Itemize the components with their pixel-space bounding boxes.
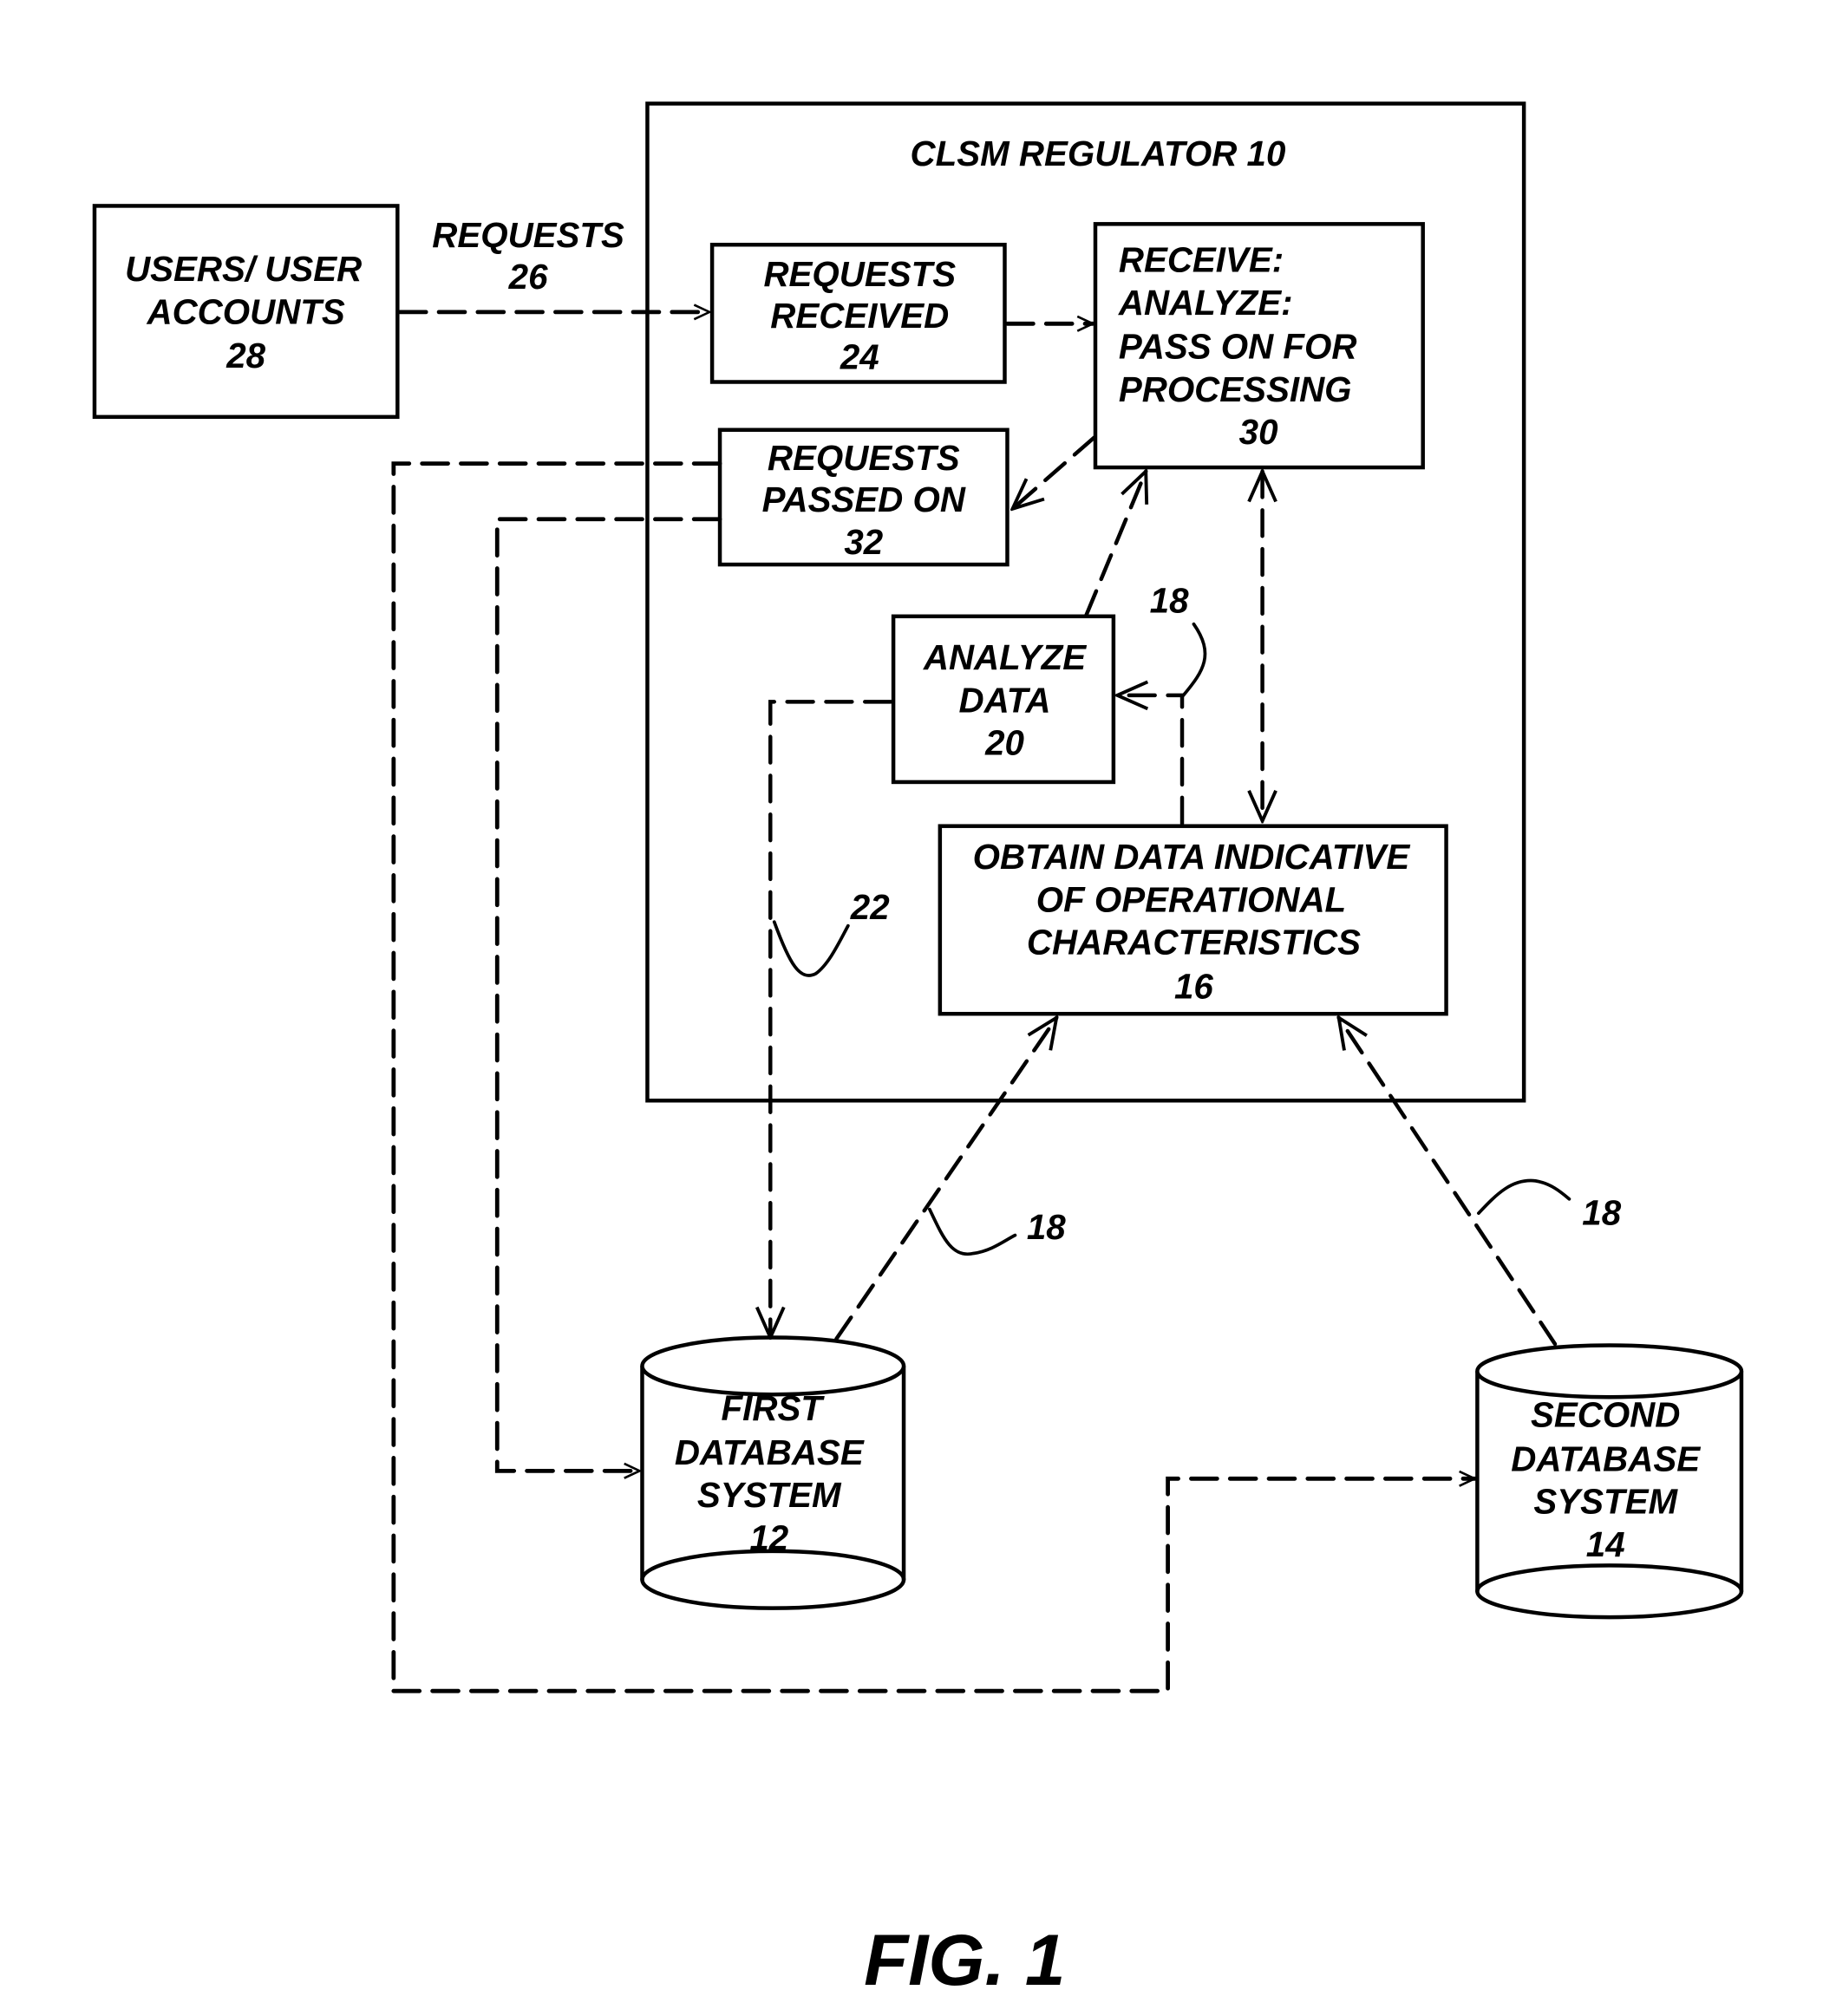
first-db-line-4: 12 — [749, 1518, 788, 1557]
requests-received-line-1: REQUESTS — [763, 255, 956, 294]
first-db-line-1: FIRST — [722, 1389, 826, 1428]
node-users: USERS/ USER ACCOUNTS 28 — [92, 204, 400, 420]
receive-analyze-line-2: ANALYZE: — [1118, 284, 1293, 323]
analyze-data-line-1: ANALYZE — [923, 638, 1087, 677]
users-line-1: USERS/ USER — [125, 250, 362, 289]
leader-22 — [772, 920, 850, 977]
edge-receive-analyze-to-passed-on — [1012, 435, 1096, 509]
requests-label-line-1: REQUESTS — [432, 216, 624, 255]
leader-18-right — [1477, 1178, 1571, 1216]
patent-figure: CLSM REGULATOR 10 USERS/ USER ACCOUNTS 2… — [92, 101, 1744, 2000]
ref-18-left: 18 — [1027, 1208, 1066, 1247]
first-db-line-2: DATABASE — [675, 1433, 865, 1472]
second-db-top — [1475, 1343, 1744, 1399]
node-requests-received: REQUESTS RECEIVED 24 — [709, 242, 1007, 384]
second-db-line-4: 14 — [1586, 1525, 1625, 1564]
requests-passed-on-line-2: PASSED ON — [762, 480, 966, 519]
receive-analyze-line-5: 30 — [1239, 413, 1278, 452]
node-receive-analyze: RECEIVE: ANALYZE: PASS ON FOR PROCESSING… — [1093, 222, 1425, 470]
second-db-line-3: SYSTEM — [1533, 1483, 1678, 1522]
ref-18-right: 18 — [1582, 1194, 1621, 1233]
leader-18-top — [1181, 622, 1207, 697]
users-line-2: ACCOUNTS — [146, 292, 344, 331]
receive-analyze-line-4: PROCESSING — [1119, 370, 1352, 409]
obtain-data-line-3: CHARACTERISTICS — [1027, 923, 1361, 962]
first-db-top — [640, 1335, 906, 1397]
obtain-data-line-2: OF OPERATIONAL — [1036, 880, 1346, 919]
leader-18-left — [928, 1207, 1017, 1256]
edge-analyze-data-to-receive-analyze — [1084, 472, 1147, 617]
node-requests-passed-on: REQUESTS PASSED ON 32 — [717, 427, 1010, 567]
analyze-data-line-3: 20 — [984, 724, 1024, 763]
users-line-3: 28 — [225, 336, 265, 375]
requests-label-line-2: 26 — [508, 258, 548, 297]
requests-passed-on-line-1: REQUESTS — [768, 439, 960, 478]
requests-passed-on-line-3: 32 — [844, 523, 883, 562]
obtain-data-line-1: OBTAIN DATA INDICATIVE — [973, 838, 1411, 877]
receive-analyze-line-1: RECEIVE: — [1119, 241, 1284, 280]
edge-label-requests: REQUESTS 26 — [432, 216, 624, 297]
first-db-line-3: SYSTEM — [697, 1476, 842, 1515]
node-second-db: SECOND DATABASE SYSTEM 14 — [1475, 1343, 1744, 1620]
figure-caption: FIG. 1 — [864, 1919, 1065, 2000]
analyze-data-line-2: DATA — [959, 681, 1051, 720]
edge-first-db-to-obtain-data — [834, 1018, 1056, 1341]
requests-received-line-3: 24 — [840, 338, 879, 377]
second-db-line-1: SECOND — [1531, 1396, 1680, 1435]
second-db-line-2: DATABASE — [1511, 1439, 1701, 1478]
node-analyze-data: ANALYZE DATA 20 — [891, 614, 1116, 785]
ref-18-top: 18 — [1150, 581, 1189, 620]
edge-obtain-data-to-analyze-data — [1117, 695, 1185, 825]
edge-analyze-data-to-first-db — [770, 700, 893, 1337]
ref-22: 22 — [850, 888, 890, 927]
obtain-data-line-4: 16 — [1174, 967, 1213, 1006]
edge-passed-on-to-first-db — [494, 517, 722, 1471]
node-first-db: FIRST DATABASE SYSTEM 12 — [640, 1335, 906, 1610]
requests-received-line-2: RECEIVED — [770, 297, 949, 336]
regulator-title: CLSM REGULATOR 10 — [911, 134, 1286, 173]
node-obtain-data: OBTAIN DATA INDICATIVE OF OPERATIONAL CH… — [938, 824, 1448, 1016]
receive-analyze-line-3: PASS ON FOR — [1119, 328, 1357, 367]
